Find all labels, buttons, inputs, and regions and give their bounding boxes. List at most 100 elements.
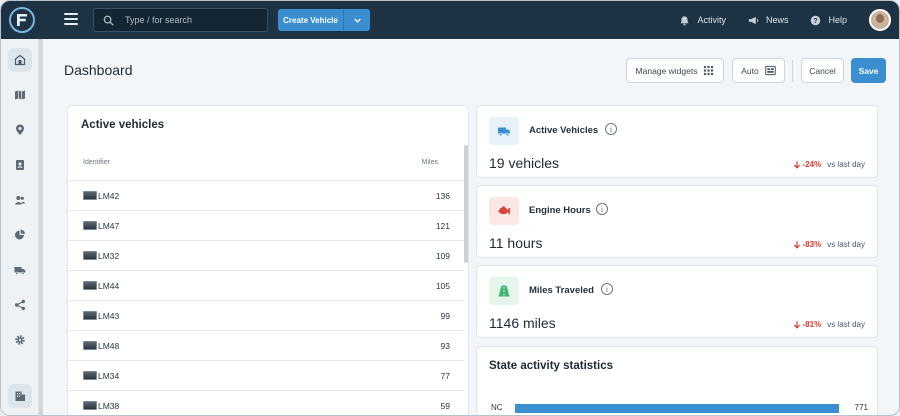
grid-icon <box>704 65 714 76</box>
delta-percent: -81% <box>802 320 822 329</box>
column-header-identifier[interactable]: Identifier <box>83 159 110 166</box>
info-icon[interactable]: i <box>605 123 617 135</box>
vehicle-thumbnail <box>83 341 97 350</box>
vehicle-identifier: LM42 <box>98 190 120 201</box>
contact-book-icon <box>16 160 24 170</box>
sidebar-item-home[interactable] <box>8 48 32 72</box>
top-bar: Create Vehicle Activity News <box>1 1 899 39</box>
page-title: Dashboard <box>64 62 133 78</box>
table-row[interactable]: LM34 77 <box>68 360 464 390</box>
sidebar-resize-handle[interactable] <box>39 39 43 415</box>
info-icon[interactable]: i <box>596 203 608 215</box>
manage-widgets-label: Manage widgets <box>635 65 698 76</box>
location-pin-icon <box>16 124 24 135</box>
vehicle-miles: 121 <box>435 220 450 231</box>
delta-suffix: vs last day <box>827 320 865 329</box>
stat-value: 1146 miles <box>489 315 556 331</box>
vehicle-identifier: LM43 <box>98 310 120 321</box>
sidebar-item-vehicles[interactable] <box>8 258 32 282</box>
active-vehicles-widget: Active vehicles Identifier Miles LM42 13… <box>67 105 469 415</box>
state-bar <box>515 404 839 413</box>
table-row[interactable]: LM47 121 <box>68 210 464 240</box>
sidebar-item-share[interactable] <box>8 293 32 317</box>
stat-label: Miles Traveled <box>529 285 594 296</box>
manage-widgets-button[interactable]: Manage widgets <box>626 58 724 83</box>
vehicle-identifier: LM34 <box>98 370 120 381</box>
help-link[interactable]: ? Help <box>810 15 847 26</box>
sidebar-item-contacts[interactable] <box>8 153 32 177</box>
vehicle-miles: 109 <box>435 250 450 261</box>
activity-link[interactable]: Activity <box>679 15 726 26</box>
info-icon[interactable]: i <box>601 283 613 295</box>
office-icon <box>15 391 25 401</box>
gear-icon <box>15 335 25 345</box>
app-logo[interactable] <box>9 7 35 33</box>
table-row[interactable]: LM48 93 <box>68 330 464 360</box>
vehicle-list-scrollbar[interactable] <box>464 145 468 263</box>
table-row[interactable]: LM43 99 <box>68 300 464 330</box>
arrow-down-icon <box>793 321 800 329</box>
truck-icon <box>498 127 510 137</box>
help-label: Help <box>828 15 847 25</box>
top-bar-actions: Activity News ? Help <box>679 1 899 39</box>
news-link[interactable]: News <box>748 15 788 26</box>
auto-layout-button[interactable]: Auto <box>732 58 785 83</box>
sidebar-item-locations[interactable] <box>8 118 32 142</box>
menu-toggle-icon[interactable] <box>64 13 78 27</box>
vehicle-thumbnail <box>83 281 97 290</box>
create-dropdown-toggle[interactable] <box>344 9 370 31</box>
table-row[interactable]: LM32 109 <box>68 240 464 270</box>
column-header-miles[interactable]: Miles <box>422 159 438 166</box>
activity-label: Activity <box>697 15 726 25</box>
cancel-button[interactable]: Cancel <box>801 58 844 83</box>
stat-value: 11 hours <box>489 235 543 251</box>
vehicle-thumbnail <box>83 221 97 230</box>
create-vehicle-button[interactable]: Create Vehicle <box>278 9 370 31</box>
vehicle-thumbnail <box>83 371 97 380</box>
road-icon <box>498 285 510 297</box>
stat-icon-box <box>489 197 519 225</box>
delta-percent: -24% <box>802 160 822 169</box>
vehicle-miles: 59 <box>440 400 450 411</box>
search-box[interactable] <box>93 8 268 32</box>
sidebar-item-reports[interactable] <box>8 223 32 247</box>
save-button[interactable]: Save <box>851 58 886 83</box>
search-input[interactable] <box>125 15 265 25</box>
vehicle-miles: 136 <box>435 190 450 201</box>
stat-icon-box <box>489 277 519 305</box>
users-icon <box>14 196 26 205</box>
vehicle-identifier: LM48 <box>98 340 120 351</box>
sidebar-item-users[interactable] <box>8 188 32 212</box>
pie-chart-icon <box>15 229 25 240</box>
stat-icon-box <box>489 117 519 145</box>
building-icon <box>14 54 26 66</box>
table-row[interactable]: LM42 136 <box>68 180 464 210</box>
delta-suffix: vs last day <box>827 240 865 249</box>
table-row[interactable]: LM44 105 <box>68 270 464 300</box>
create-vehicle-label[interactable]: Create Vehicle <box>278 9 344 31</box>
sidebar-item-map[interactable] <box>8 83 32 107</box>
megaphone-icon <box>748 16 759 24</box>
truck-icon <box>14 267 26 275</box>
sidebar <box>1 39 39 415</box>
stat-delta: -24% vs last day <box>793 160 865 169</box>
stat-delta: -83% vs last day <box>793 240 865 249</box>
stat-card-active-vehicles: Active Vehicles i 19 vehicles -24% vs la… <box>476 105 878 178</box>
delta-percent: -83% <box>802 240 822 249</box>
vehicle-identifier: LM32 <box>98 250 120 261</box>
vehicle-miles: 105 <box>435 280 450 291</box>
vehicle-thumbnail <box>83 401 97 410</box>
vehicle-miles: 77 <box>440 370 450 381</box>
layout-icon <box>764 65 776 76</box>
state-activity-title: State activity statistics <box>489 360 614 372</box>
user-avatar[interactable] <box>869 9 891 31</box>
active-vehicles-title: Active vehicles <box>81 119 165 131</box>
share-icon <box>15 299 25 311</box>
state-value: 771 <box>854 403 868 412</box>
svg-text:?: ? <box>814 17 818 24</box>
sidebar-item-settings[interactable] <box>8 328 32 352</box>
help-icon: ? <box>811 15 821 25</box>
sidebar-item-company[interactable] <box>8 384 32 408</box>
engine-icon <box>498 206 510 214</box>
table-row[interactable]: LM38 59 <box>68 390 464 415</box>
